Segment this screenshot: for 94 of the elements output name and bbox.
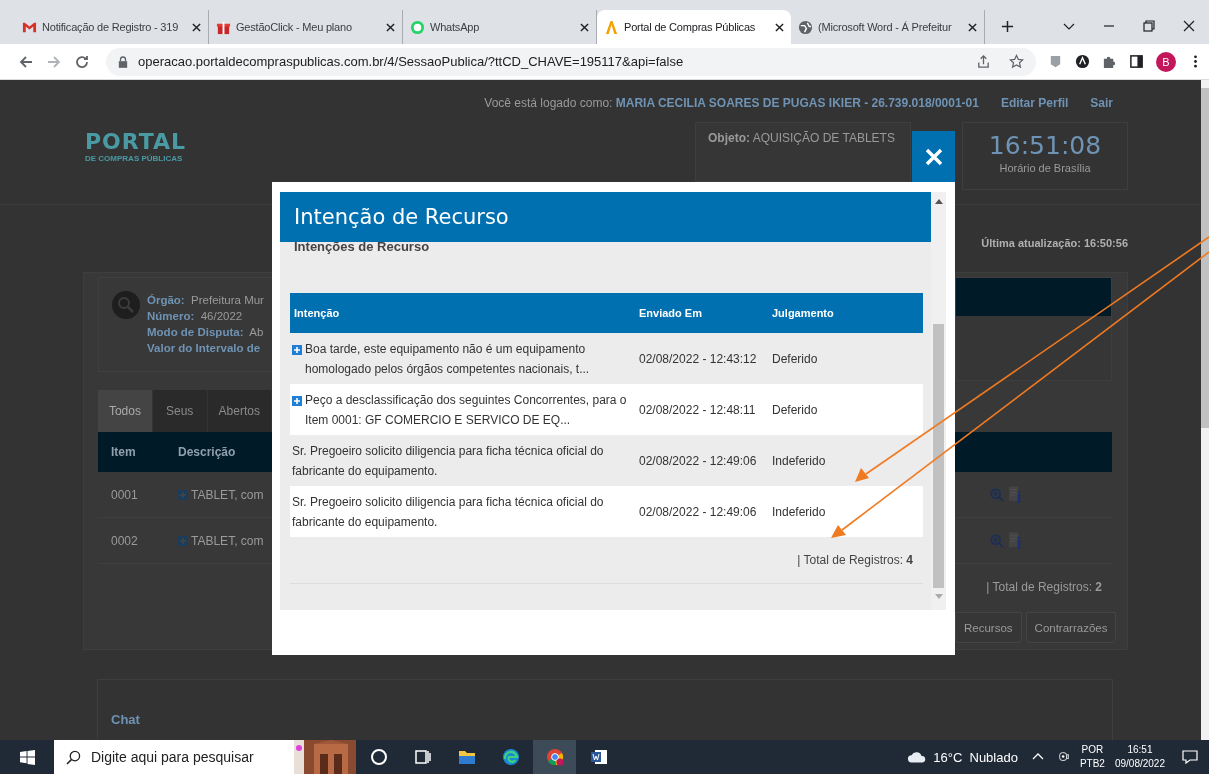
profile-avatar[interactable]: B (1156, 51, 1176, 72)
table-cell-text: Peço a desclassificação dos seguintes Concorrentes, para o Item 0001: GF COMERCIO E SERVICO DE EQ... (305, 391, 628, 429)
column-header: Enviado Em (638, 307, 703, 319)
scrollbar[interactable] (1201, 80, 1209, 740)
clock-time: 16:51:08 (988, 131, 1102, 160)
close-icon[interactable] (968, 22, 977, 32)
process-info-line: Número: 46/2022 (147, 309, 244, 324)
table-cell-text: Sr. Pregoeiro solicito diligencia para ficha técnica oficial do fabricante do equipamento. (292, 493, 605, 531)
tab-title: Notificação de Registro - 319 (42, 21, 180, 33)
extension-icon[interactable] (1075, 54, 1090, 69)
gift-icon (216, 19, 231, 35)
browser-icon (500, 747, 521, 767)
cloud-icon[interactable] (907, 750, 928, 764)
table-cell-text: 0002 (110, 533, 139, 548)
modal-title: Intenção de Recurso (294, 205, 509, 229)
scrollbar[interactable] (931, 192, 946, 610)
tab-title: Portal de Compras Públicas (624, 21, 757, 33)
table-cell-text: 02/08/2022 - 12:49:06 (638, 504, 758, 519)
header-link[interactable]: Editar Perfil (1000, 96, 1069, 110)
keyboard-indicator[interactable]: PTB2 (1079, 757, 1105, 771)
camera-icon[interactable] (1057, 751, 1070, 763)
table-cell-text: Boa tarde, este equipamento não é um equipamento homologado pelos órgãos competentes nacionais, t... (305, 340, 591, 378)
chrome-icon (544, 747, 565, 767)
logo-subtitle: DE COMPRAS PÚBLICAS (85, 154, 184, 163)
table-cell-text: 02/08/2022 - 12:48:11 (638, 402, 757, 417)
browser-tab[interactable]: Portal de Compras Públicas (597, 10, 791, 44)
clock-caption: Horário de Brasília (999, 162, 1091, 174)
table-cell-text: Indeferido (771, 504, 827, 519)
action-button[interactable]: Contrarrazões (1025, 612, 1117, 643)
table-cell-text: 02/08/2022 - 12:49:06 (638, 453, 758, 468)
notification-icon[interactable] (1182, 749, 1198, 765)
close-icon[interactable] (1183, 20, 1195, 32)
total-records: | Total de Registros: 4 (797, 553, 913, 567)
column-header: Julgamento (771, 307, 835, 319)
lock-icon (118, 55, 128, 68)
back-icon[interactable] (18, 53, 34, 70)
close-icon[interactable] (775, 22, 784, 32)
column-header: Intenção (293, 307, 341, 319)
share-icon[interactable] (976, 54, 991, 69)
restore-icon[interactable] (1143, 20, 1155, 32)
filter-tab[interactable]: Abertos (207, 390, 272, 432)
action-button[interactable]: Recursos (955, 612, 1022, 643)
chat-icon (410, 19, 425, 35)
tab-title: GestãoClick - Meu plano (236, 21, 353, 33)
table-cell-text: Sr. Pregoeiro solicito diligencia para ficha técnica oficial do fabricante do equipamento. (292, 442, 605, 480)
scroll-up-icon[interactable] (934, 198, 943, 204)
section-title: Intenções de Recurso (293, 239, 431, 254)
address-field[interactable]: operacao.portaldecompraspublicas.com.br/4/SessaoPublica/?ttCD_CHAVE=195117&api=false (106, 47, 1036, 76)
tab-title: WhatsApp (430, 21, 481, 33)
document-icon (588, 747, 609, 767)
search-field[interactable]: Digite aqui para pesquisar (54, 740, 356, 774)
process-info-line: Modo de Disputa: Ab (147, 325, 264, 340)
reload-icon[interactable] (74, 53, 90, 70)
table-cell-text: 02/08/2022 - 12:43:12 (638, 351, 758, 366)
table-cell-text: Indeferido (771, 453, 827, 468)
chevron-logo-icon (604, 19, 619, 35)
globe-icon (798, 19, 813, 35)
weather-text[interactable]: 16°C Nublado (933, 749, 1018, 765)
last-update-text: Última atualização: 16:50:56 (981, 236, 1128, 249)
close-icon[interactable] (386, 22, 395, 32)
table-cell: TABLET, com (191, 487, 264, 502)
start-icon[interactable] (20, 749, 35, 765)
header-link[interactable]: Sair (1090, 96, 1113, 110)
table-cell-text: Deferido (771, 351, 819, 366)
taskbar-time[interactable]: 16:51 (1127, 743, 1153, 757)
total-records: | Total de Registros: 2 (986, 580, 1102, 594)
language-indicator[interactable]: POR (1081, 743, 1104, 757)
login-text: Você está logado como: MARIA CECILIA SOARES DE PUGAS IKIER - 26.739.018/0001-01 (484, 96, 979, 110)
process-info-line: Valor do Intervalo de (147, 341, 262, 356)
close-button[interactable] (912, 131, 955, 182)
chat-title: Chat (111, 712, 140, 727)
task-view-icon (412, 747, 433, 767)
close-icon[interactable] (580, 22, 589, 32)
star-icon[interactable] (1009, 54, 1024, 69)
logo-text[interactable]: PORTAL (85, 130, 187, 154)
table-cell: TABLET, com (191, 533, 264, 548)
filter-tab[interactable]: Seus (152, 390, 208, 432)
process-info-line: Órgão: Prefeitura Mur (147, 293, 264, 308)
close-icon (923, 146, 944, 167)
sidebar-icon[interactable] (1129, 54, 1144, 69)
puzzle-icon[interactable] (1102, 54, 1117, 69)
search-icon (111, 290, 141, 320)
objeto-text: Objeto: AQUISIÇÃO DE TABLETS (708, 131, 895, 145)
taskbar-date[interactable]: 09/08/2022 (1114, 757, 1165, 771)
search-icon (66, 749, 81, 765)
column-header: Descrição (178, 445, 236, 459)
close-icon[interactable] (192, 22, 201, 32)
tab-title: (Microsoft Word - Á Prefeitur (818, 21, 953, 33)
column-header: Item (110, 445, 137, 459)
table-cell-text: 0001 (110, 487, 139, 502)
new-tab-icon[interactable] (1001, 20, 1014, 33)
circle-icon (368, 747, 389, 767)
filter-tab[interactable]: Todos (98, 390, 153, 432)
table-cell-text: Deferido (771, 402, 819, 417)
